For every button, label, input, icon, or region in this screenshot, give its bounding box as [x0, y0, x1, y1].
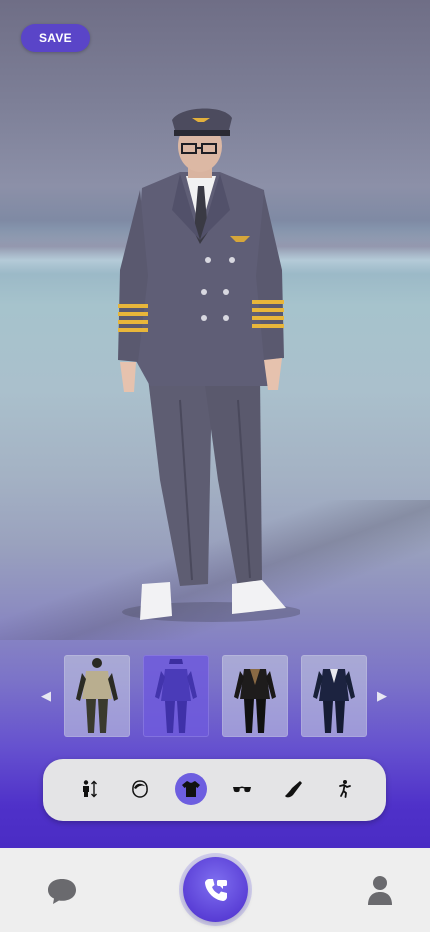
chevron-right-icon[interactable]: ▶: [374, 688, 390, 706]
outfit-safari-icon[interactable]: [64, 655, 130, 737]
pose-icon[interactable]: [328, 773, 360, 805]
save-button[interactable]: SAVE: [21, 24, 90, 52]
category-bar: [43, 759, 386, 821]
outfit-pilot-icon[interactable]: [143, 655, 209, 737]
avatar-scene: SAVE ◀ ▶: [0, 0, 430, 848]
avatar-pilot-figure-icon[interactable]: [100, 100, 300, 630]
bottom-nav: [0, 848, 430, 932]
chat-bubble-icon[interactable]: [46, 877, 78, 907]
body-height-icon[interactable]: [73, 773, 105, 805]
sunglasses-icon[interactable]: [226, 773, 258, 805]
shirt-icon[interactable]: [175, 773, 207, 805]
outfit-leather-jacket-icon[interactable]: [222, 655, 288, 737]
outfit-navy-suit-icon[interactable]: [301, 655, 367, 737]
phone-call-icon[interactable]: [183, 857, 248, 922]
chevron-left-icon[interactable]: ◀: [38, 688, 54, 706]
user-profile-icon[interactable]: [366, 874, 394, 906]
shoe-icon[interactable]: [277, 773, 309, 805]
hair-icon[interactable]: [124, 773, 156, 805]
